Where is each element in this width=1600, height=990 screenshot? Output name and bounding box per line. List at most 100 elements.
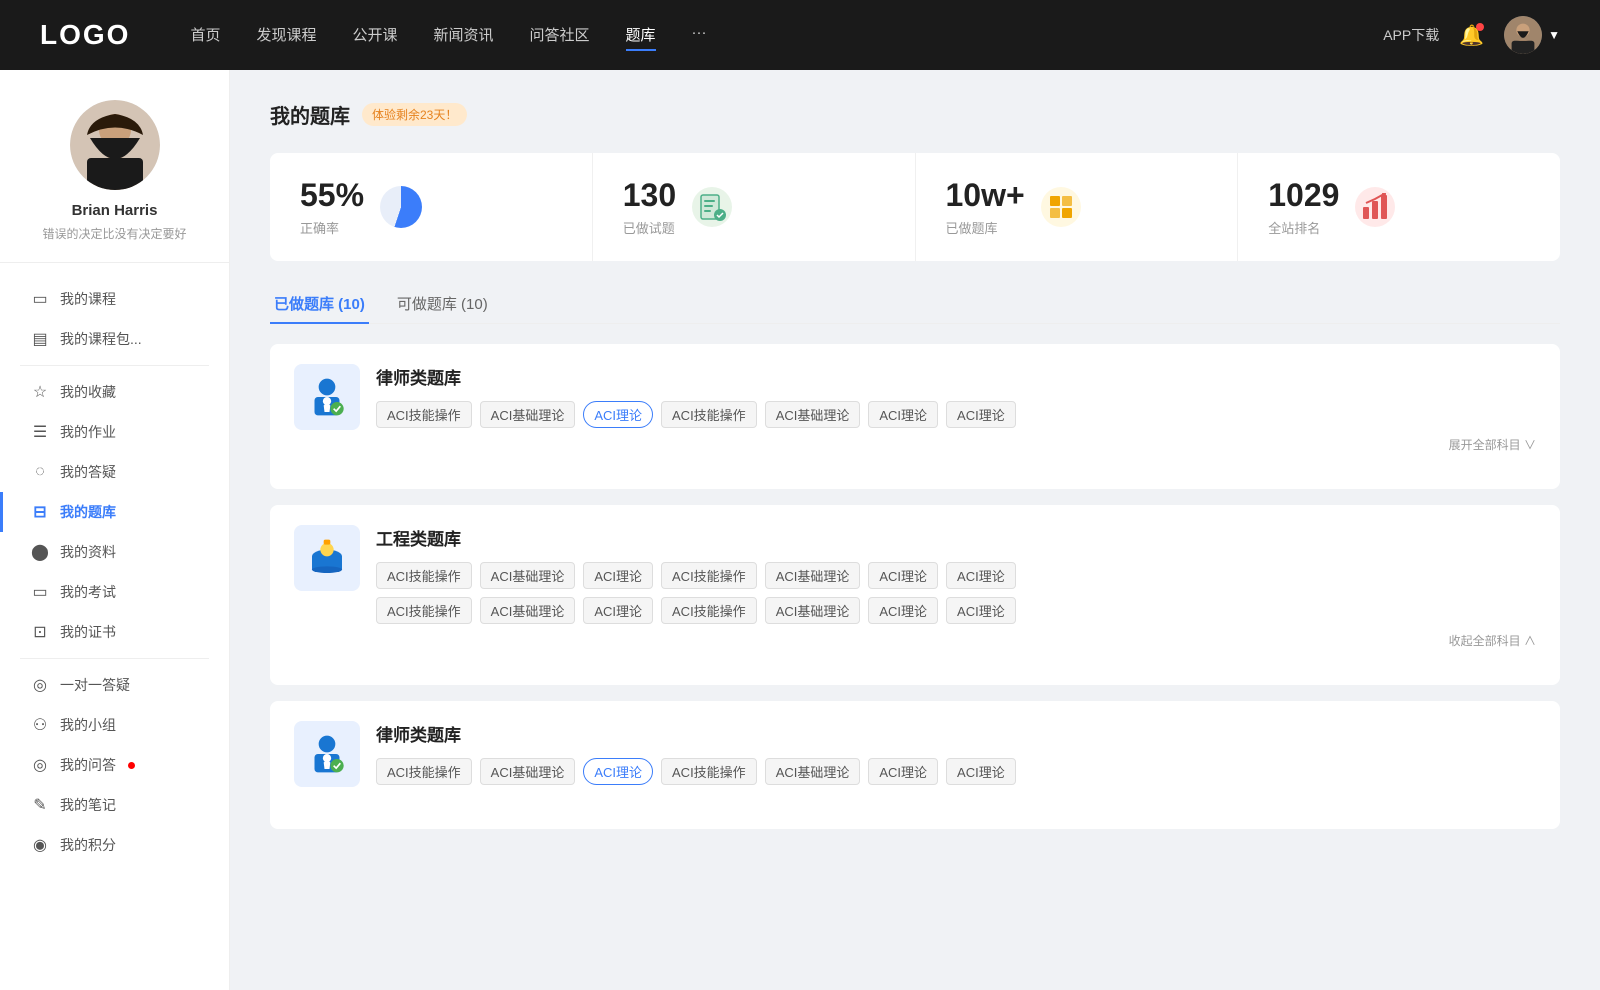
done-questions-icon: [692, 187, 732, 227]
stat-done-banks: 10w+ 已做题库: [916, 153, 1239, 261]
bank-2-tag-r1-6[interactable]: ACI理论: [946, 562, 1016, 589]
bank-3-tags: ACI技能操作 ACI基础理论 ACI理论 ACI技能操作 ACI基础理论 AC…: [376, 758, 1536, 785]
one-on-one-icon: ◎: [30, 675, 50, 695]
site-rank-icon: [1355, 187, 1395, 227]
site-rank-number: 1029: [1268, 177, 1339, 214]
main-layout: Brian Harris 错误的决定比没有决定要好 ▭ 我的课程 ▤ 我的课程包…: [0, 70, 1600, 990]
notification-dot: [1476, 23, 1484, 31]
sidebar-profile: Brian Harris 错误的决定比没有决定要好: [0, 100, 229, 263]
bank-1-icon: [294, 364, 360, 430]
site-rank-label: 全站排名: [1268, 218, 1339, 237]
bank-3-icon: [294, 721, 360, 787]
sidebar-item-profile-data[interactable]: ⬤ 我的资料: [0, 532, 229, 572]
nav-menu: 首页 发现课程 公开课 新闻资讯 问答社区 题库 ···: [190, 20, 1383, 51]
accuracy-label: 正确率: [300, 218, 364, 237]
bank-3-tag-1[interactable]: ACI基础理论: [480, 758, 576, 785]
sidebar-item-homework[interactable]: ☰ 我的作业: [0, 412, 229, 452]
bank-1-tags: ACI技能操作 ACI基础理论 ACI理论 ACI技能操作 ACI基础理论 AC…: [376, 401, 1536, 428]
bank-3-name: 律师类题库: [376, 721, 1536, 746]
bank-2-tag-r1-2[interactable]: ACI理论: [583, 562, 653, 589]
nav-right: APP下载 🔔 ▼: [1383, 16, 1560, 54]
bank-2-tag-r2-4[interactable]: ACI基础理论: [765, 597, 861, 624]
bank-2-tag-r1-3[interactable]: ACI技能操作: [661, 562, 757, 589]
notification-bell[interactable]: 🔔: [1459, 23, 1484, 48]
bank-section-1: 律师类题库 ACI技能操作 ACI基础理论 ACI理论 ACI技能操作 ACI基…: [270, 344, 1560, 489]
bank-1-tag-4[interactable]: ACI基础理论: [765, 401, 861, 428]
user-avatar-button[interactable]: ▼: [1504, 16, 1560, 54]
sidebar-item-group[interactable]: ⚇ 我的小组: [0, 705, 229, 745]
bank-1-tag-5[interactable]: ACI理论: [868, 401, 938, 428]
bank-1-tag-0[interactable]: ACI技能操作: [376, 401, 472, 428]
nav-avatar: [1504, 16, 1542, 54]
bank-3-tag-4[interactable]: ACI基础理论: [765, 758, 861, 785]
bank-2-tag-r2-3[interactable]: ACI技能操作: [661, 597, 757, 624]
bank-3-tag-6[interactable]: ACI理论: [946, 758, 1016, 785]
sidebar: Brian Harris 错误的决定比没有决定要好 ▭ 我的课程 ▤ 我的课程包…: [0, 70, 230, 990]
sidebar-item-question-bank[interactable]: ⊟ 我的题库: [0, 492, 229, 532]
tab-done-banks[interactable]: 已做题库 (10): [270, 285, 369, 324]
done-banks-icon: [1041, 187, 1081, 227]
sidebar-item-notes[interactable]: ✎ 我的笔记: [0, 785, 229, 825]
sidebar-item-exam[interactable]: ▭ 我的考试: [0, 572, 229, 612]
bank-section-3: 律师类题库 ACI技能操作 ACI基础理论 ACI理论 ACI技能操作 ACI基…: [270, 701, 1560, 829]
bank-section-1-header: 律师类题库 ACI技能操作 ACI基础理论 ACI理论 ACI技能操作 ACI基…: [294, 364, 1536, 453]
stat-done-questions: 130 已做试题: [593, 153, 916, 261]
nav-more[interactable]: ···: [692, 20, 707, 51]
bank-2-tag-r1-5[interactable]: ACI理论: [868, 562, 938, 589]
bank-2-tag-r2-2[interactable]: ACI理论: [583, 597, 653, 624]
bank-section-3-header: 律师类题库 ACI技能操作 ACI基础理论 ACI理论 ACI技能操作 ACI基…: [294, 721, 1536, 793]
sidebar-item-qa[interactable]: ◌ 我的答疑: [0, 452, 229, 492]
bank-2-tags-row2: ACI技能操作 ACI基础理论 ACI理论 ACI技能操作 ACI基础理论 AC…: [376, 597, 1536, 624]
sidebar-item-course-packages[interactable]: ▤ 我的课程包...: [0, 319, 229, 359]
bank-3-tag-2[interactable]: ACI理论: [583, 758, 653, 785]
bank-1-tag-3[interactable]: ACI技能操作: [661, 401, 757, 428]
page-header: 我的题库 体验剩余23天！: [270, 100, 1560, 129]
bank-1-name: 律师类题库: [376, 364, 1536, 389]
notes-icon: ✎: [30, 795, 50, 815]
certificate-icon: ⊡: [30, 622, 50, 642]
nav-news[interactable]: 新闻资讯: [434, 20, 494, 51]
app-download-link[interactable]: APP下载: [1383, 25, 1439, 45]
bank-1-expand[interactable]: 展开全部科目 ∨: [376, 436, 1536, 453]
accuracy-pie-chart: [380, 186, 422, 228]
bank-section-2: 工程类题库 ACI技能操作 ACI基础理论 ACI理论 ACI技能操作 ACI基…: [270, 505, 1560, 685]
nav-question-bank[interactable]: 题库: [626, 20, 656, 51]
nav-home[interactable]: 首页: [190, 20, 220, 51]
profile-name: Brian Harris: [72, 202, 158, 219]
bank-2-tags-row1: ACI技能操作 ACI基础理论 ACI理论 ACI技能操作 ACI基础理论 AC…: [376, 562, 1536, 589]
bank-2-tag-r2-5[interactable]: ACI理论: [868, 597, 938, 624]
bank-2-tag-r1-0[interactable]: ACI技能操作: [376, 562, 472, 589]
bank-3-tag-3[interactable]: ACI技能操作: [661, 758, 757, 785]
bank-1-tag-1[interactable]: ACI基础理论: [480, 401, 576, 428]
sidebar-item-certificate[interactable]: ⊡ 我的证书: [0, 612, 229, 652]
homework-icon: ☰: [30, 422, 50, 442]
bank-2-collapse[interactable]: 收起全部科目 ∧: [376, 632, 1536, 649]
sidebar-item-points[interactable]: ◉ 我的积分: [0, 825, 229, 865]
bank-1-tag-6[interactable]: ACI理论: [946, 401, 1016, 428]
bank-3-tag-5[interactable]: ACI理论: [868, 758, 938, 785]
sidebar-item-courses[interactable]: ▭ 我的课程: [0, 279, 229, 319]
navbar: LOGO 首页 发现课程 公开课 新闻资讯 问答社区 题库 ··· APP下载 …: [0, 0, 1600, 70]
stat-accuracy: 55% 正确率: [270, 153, 593, 261]
sidebar-item-my-qa[interactable]: ◎ 我的问答: [0, 745, 229, 785]
sidebar-item-favorites[interactable]: ☆ 我的收藏: [0, 372, 229, 412]
bank-2-tag-r1-4[interactable]: ACI基础理论: [765, 562, 861, 589]
question-bank-icon: ⊟: [30, 502, 50, 522]
profile-motto: 错误的决定比没有决定要好: [42, 225, 186, 242]
bank-2-tag-r2-0[interactable]: ACI技能操作: [376, 597, 472, 624]
bank-2-tag-r2-6[interactable]: ACI理论: [946, 597, 1016, 624]
group-icon: ⚇: [30, 715, 50, 735]
done-banks-number: 10w+: [946, 177, 1025, 214]
nav-discover[interactable]: 发现课程: [256, 20, 316, 51]
qa-icon: ◌: [30, 463, 50, 481]
bank-2-tag-r2-1[interactable]: ACI基础理论: [480, 597, 576, 624]
bank-1-tag-2[interactable]: ACI理论: [583, 401, 653, 428]
tabs-row: 已做题库 (10) 可做题库 (10): [270, 285, 1560, 324]
sidebar-item-one-on-one[interactable]: ◎ 一对一答疑: [0, 665, 229, 705]
bank-3-tag-0[interactable]: ACI技能操作: [376, 758, 472, 785]
nav-open-course[interactable]: 公开课: [352, 20, 397, 51]
tab-todo-banks[interactable]: 可做题库 (10): [393, 285, 492, 324]
bank-2-tag-r1-1[interactable]: ACI基础理论: [480, 562, 576, 589]
profile-data-icon: ⬤: [30, 542, 50, 562]
nav-qa[interactable]: 问答社区: [530, 20, 590, 51]
